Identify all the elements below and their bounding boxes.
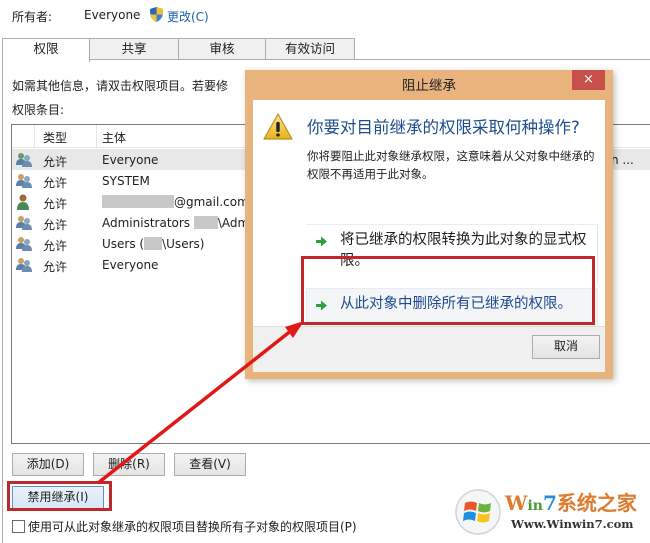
group-icon	[16, 216, 32, 230]
redacted-text	[193, 216, 218, 229]
entry-principal-text: @gmail.com	[174, 195, 249, 209]
watermark-brand: Win7系统之家	[505, 487, 637, 516]
entry-principal: Everyone	[102, 258, 159, 272]
entry-principal: Everyone	[102, 153, 159, 167]
dialog-title: 阻止继承	[402, 78, 456, 94]
view-button[interactable]: 查看(V)	[174, 453, 246, 476]
tab-permissions[interactable]: 权限	[2, 38, 90, 62]
brand-cn: 系统之家	[556, 491, 637, 515]
tab-divider	[2, 59, 650, 60]
entry-type: 允许	[43, 218, 68, 232]
tab-auditing[interactable]: 审核	[178, 38, 266, 60]
change-owner-link[interactable]: 更改(C)	[167, 8, 209, 25]
highlight-box-remove-inherited	[301, 256, 595, 325]
tab-sharing[interactable]: 共享	[89, 38, 179, 60]
group-icon	[16, 174, 32, 188]
entry-principal: SYSTEM	[102, 174, 150, 188]
brand-7: 7	[542, 491, 557, 515]
close-button[interactable]: ×	[572, 70, 605, 90]
brand-in: in	[527, 498, 543, 514]
entry-principal: @gmail.com	[102, 195, 249, 209]
owner-label: 所有者:	[12, 10, 53, 24]
group-icon	[16, 258, 32, 272]
add-button[interactable]: 添加(D)	[12, 453, 84, 476]
green-arrow-icon	[316, 236, 327, 247]
entry-type: 允许	[43, 176, 68, 190]
user-icon	[17, 194, 29, 210]
entry-principal-text: \Users)	[162, 237, 205, 251]
replace-child-permissions-checkbox[interactable]	[12, 520, 25, 533]
entry-principal: Administrators \Admi	[102, 216, 253, 230]
column-separator	[34, 125, 35, 147]
watermark-url: Www.Winwin7.com	[511, 517, 634, 531]
dialog-description: 你将要阻止此对象继承权限，这意味着从父对象中继承的权限不再适用于此对象。	[307, 149, 595, 181]
warning-icon	[263, 113, 293, 140]
dialog-footer: 取消	[253, 326, 605, 372]
entry-overflow-text: n ...	[611, 153, 634, 167]
replace-child-permissions-label[interactable]: 使用可从此对象继承的权限项目替换所有子对象的权限项目(P)	[28, 518, 357, 535]
highlight-box-disable-inheritance	[7, 481, 112, 511]
entry-principal-text: Users (	[102, 237, 145, 251]
entry-principal: Users ( \Users)	[102, 237, 204, 251]
permission-entries-label: 权限条目:	[12, 103, 65, 117]
uac-shield-icon	[150, 7, 163, 22]
info-text: 如需其他信息，请双击权限项目。若要修	[12, 79, 229, 93]
column-header-type[interactable]: 类型	[43, 129, 67, 146]
watermark-logo: Win7系统之家 Www.Winwin7.com	[455, 485, 650, 543]
redacted-text	[144, 237, 163, 250]
owner-value: Everyone	[84, 8, 141, 22]
cancel-button[interactable]: 取消	[532, 335, 600, 359]
brand-w: W	[505, 491, 528, 515]
entry-type: 允许	[43, 155, 68, 169]
entry-type: 允许	[43, 260, 68, 274]
entry-type: 允许	[43, 239, 68, 253]
close-icon: ×	[583, 72, 594, 87]
remove-button[interactable]: 删除(R)	[93, 453, 165, 476]
column-separator	[96, 125, 97, 147]
group-icon	[16, 237, 32, 251]
block-inheritance-dialog: 阻止继承 × 你要对目前继承的权限采取何种操作? 你将要阻止此对象继承权限，这意…	[245, 70, 613, 379]
column-header-principal[interactable]: 主体	[102, 129, 126, 146]
windows-logo-icon	[455, 489, 501, 535]
tab-effective-access[interactable]: 有效访问	[265, 38, 355, 60]
entry-principal-text: Administrators	[102, 216, 194, 230]
entry-type: 允许	[43, 197, 68, 211]
dialog-body: 你要对目前继承的权限采取何种操作? 你将要阻止此对象继承权限，这意味着从父对象中…	[253, 100, 605, 372]
panel-border	[2, 59, 3, 543]
dialog-heading: 你要对目前继承的权限采取何种操作?	[307, 118, 580, 137]
tab-bar: 权限 共享 审核 有效访问	[2, 38, 362, 62]
group-icon	[16, 153, 32, 167]
redacted-text	[102, 195, 174, 208]
